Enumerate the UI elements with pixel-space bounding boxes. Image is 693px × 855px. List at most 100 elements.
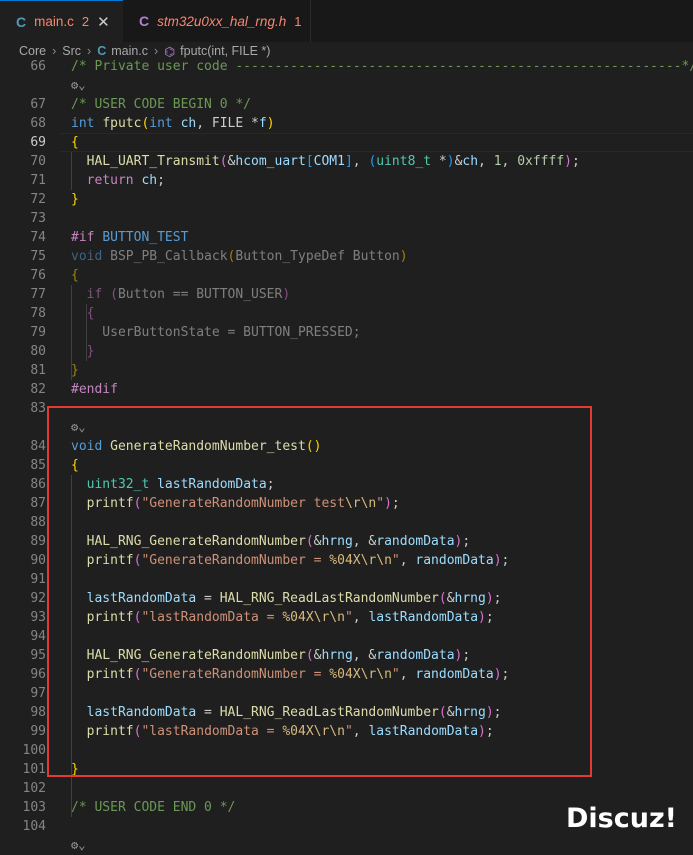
code-line[interactable]: 81} [0, 361, 693, 380]
indent-guide [86, 304, 87, 361]
code-line[interactable]: 67 /* USER CODE BEGIN 0 */ [0, 95, 693, 114]
code-text: /* USER CODE BEGIN 0 */ [71, 97, 252, 112]
line-number: 100 [22, 743, 46, 758]
code-line[interactable]: 102 [0, 779, 693, 798]
chevron-right-icon: › [87, 44, 92, 58]
tab-main-c[interactable]: C main.c 2 ✕ [0, 0, 123, 42]
highlight-annotation-box [47, 406, 592, 777]
code-line[interactable]: 66 /* Private user code -----------------… [0, 57, 693, 76]
code-line[interactable]: 71 return ch; [0, 171, 693, 190]
line-number: 80 [30, 344, 46, 359]
line-number: 97 [30, 686, 46, 701]
line-number: 90 [30, 553, 46, 568]
line-number: 82 [30, 382, 46, 397]
code-line[interactable]: 68 int fputc(int ch, FILE *f) [0, 114, 693, 133]
indent-guide [71, 152, 72, 190]
line-number: 73 [30, 211, 46, 226]
code-text: } [71, 192, 79, 207]
code-text: int fputc(int ch, FILE *f) [71, 116, 275, 131]
code-text: HAL_UART_Transmit(&hcom_uart[COM1], (uin… [86, 154, 580, 169]
line-number: 98 [30, 705, 46, 720]
tab-stm32u0xx-hal-rng-h[interactable]: C stm32u0xx_hal_rng.h 1 [123, 0, 311, 42]
line-number: 99 [30, 724, 46, 739]
watermark-logo: Discuz! [566, 803, 677, 834]
line-number: 66 [30, 59, 46, 74]
code-line[interactable]: 72} [0, 190, 693, 209]
code-line[interactable]: 69 { [0, 133, 693, 152]
editor-tab-bar: C main.c 2 ✕ C stm32u0xx_hal_rng.h 1 [0, 0, 693, 42]
code-line[interactable]: 70 HAL_UART_Transmit(&hcom_uart[COM1], (… [0, 152, 693, 171]
chevron-right-icon: › [52, 44, 57, 58]
chevron-right-icon: › [154, 44, 159, 58]
code-line[interactable]: 79 UserButtonState = BUTTON_PRESSED; [0, 323, 693, 342]
problem-count-badge: 2 [81, 14, 90, 29]
line-number: 77 [30, 287, 46, 302]
breadcrumb-item-core[interactable]: Core [19, 44, 46, 58]
code-text: #endif [71, 382, 118, 397]
code-line[interactable]: 73 [0, 209, 693, 228]
code-line[interactable]: 75 void BSP_PB_Callback(Button_TypeDef Bu… [0, 247, 693, 266]
code-text: /* Private user code -------------------… [71, 59, 693, 74]
code-line[interactable]: 76 { [0, 266, 693, 285]
code-text: } [71, 363, 79, 378]
codelens-icon[interactable]: ⚙⌄ [71, 836, 85, 855]
code-text: UserButtonState = BUTTON_PRESSED; [71, 325, 361, 340]
line-number: 79 [30, 325, 46, 340]
breadcrumb-item-file[interactable]: main.c [111, 44, 148, 58]
code-line[interactable]: 74 #if BUTTON_TEST [0, 228, 693, 247]
line-number: 93 [30, 610, 46, 625]
line-number: 94 [30, 629, 46, 644]
code-text: /* USER CODE END 0 */ [71, 800, 236, 815]
code-text: { [71, 135, 79, 150]
line-number: 71 [30, 173, 46, 188]
line-number: 83 [30, 401, 46, 416]
line-number: 95 [30, 648, 46, 663]
line-number: 104 [22, 819, 46, 834]
line-number: 101 [22, 762, 46, 777]
code-text: { [71, 268, 79, 283]
line-number: 86 [30, 477, 46, 492]
line-number: 85 [30, 458, 46, 473]
code-text: { [86, 306, 95, 321]
line-number: 91 [30, 572, 46, 587]
line-number: 72 [30, 192, 46, 207]
line-number: 81 [30, 363, 46, 378]
codelens-row[interactable]: ⚙⌄ [0, 76, 693, 95]
code-text: void BSP_PB_Callback(Button_TypeDef Butt… [71, 249, 408, 264]
breadcrumb-item-symbol[interactable]: fputc(int, FILE *) [180, 44, 270, 58]
code-text: #if BUTTON_TEST [71, 230, 189, 245]
code-line[interactable]: 77 if (Button == BUTTON_USER) [0, 285, 693, 304]
close-icon[interactable]: ✕ [97, 13, 110, 31]
line-number: 70 [30, 154, 46, 169]
code-line[interactable]: 82 #endif [0, 380, 693, 399]
line-number: 92 [30, 591, 46, 606]
tab-label: main.c [34, 14, 74, 29]
tab-label: stm32u0xx_hal_rng.h [157, 13, 287, 29]
problem-count-badge: 1 [294, 13, 302, 29]
code-line[interactable]: 78 { [0, 304, 693, 323]
codelens-icon[interactable]: ⚙⌄ [71, 76, 85, 95]
line-number: 78 [30, 306, 46, 321]
line-number: 67 [30, 97, 46, 112]
breadcrumb-item-src[interactable]: Src [62, 44, 81, 58]
line-number: 96 [30, 667, 46, 682]
c-header-file-icon: C [139, 13, 150, 29]
line-number: 75 [30, 249, 46, 264]
line-number: 68 [30, 116, 46, 131]
line-number: 84 [30, 439, 46, 454]
line-number: 103 [22, 800, 46, 815]
codelens-row[interactable]: ⚙⌄ [0, 836, 693, 855]
code-text: } [86, 344, 95, 359]
line-number: 74 [30, 230, 46, 245]
code-line[interactable]: 80 } [0, 342, 693, 361]
code-text: return ch; [86, 173, 165, 188]
line-number: 69 [30, 135, 46, 150]
c-file-icon: C [97, 44, 107, 58]
line-number: 76 [30, 268, 46, 283]
line-number: 87 [30, 496, 46, 511]
indent-guide [71, 285, 72, 380]
line-number: 102 [22, 781, 46, 796]
line-number: 88 [30, 515, 46, 530]
c-file-icon: C [16, 13, 27, 30]
code-text: if (Button == BUTTON_USER) [86, 287, 291, 302]
